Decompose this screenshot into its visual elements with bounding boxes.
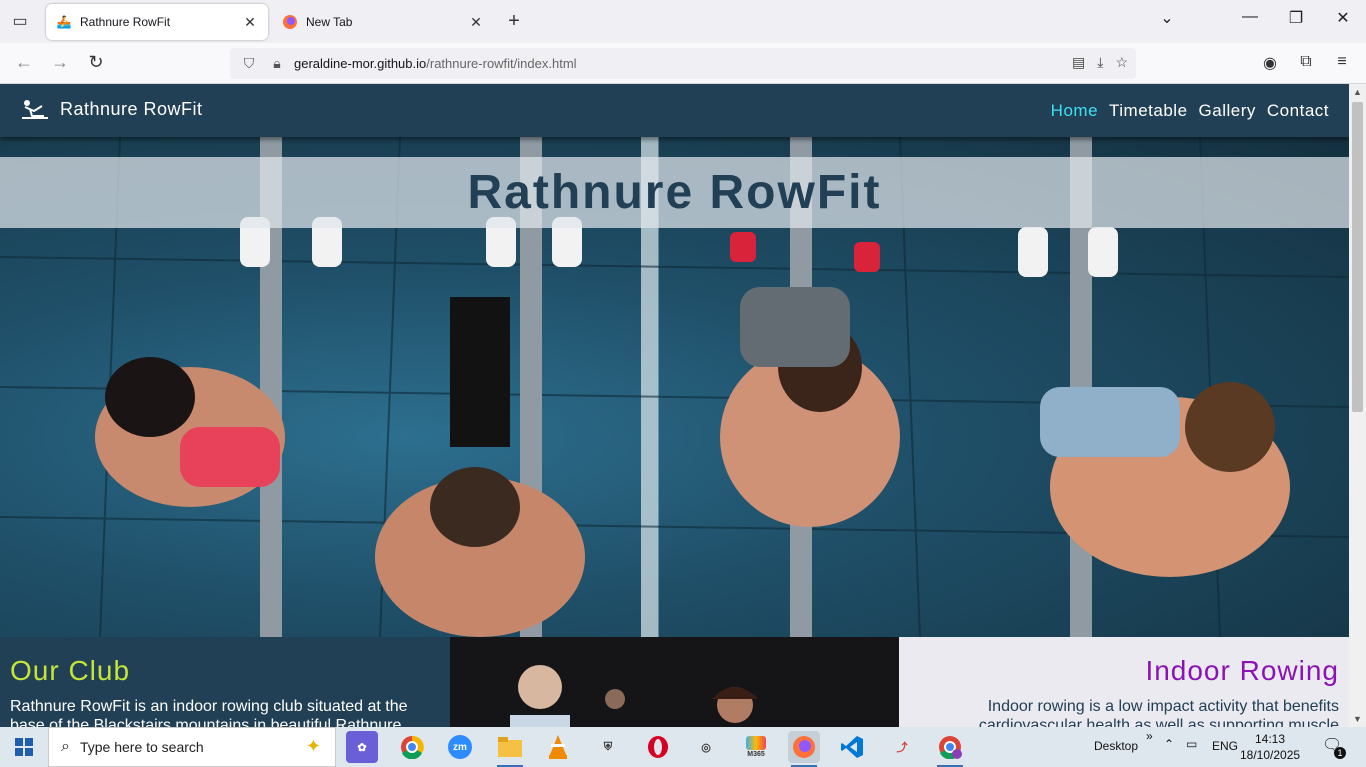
firefox-favicon-icon: [282, 14, 298, 30]
scrollbar-thumb[interactable]: [1352, 102, 1363, 412]
our-club-heading: Our Club: [10, 655, 131, 686]
desktop-toolbar-label[interactable]: Desktop: [1094, 739, 1138, 753]
copilot-app-icon[interactable]: ✿: [346, 731, 378, 763]
page-scrollbar[interactable]: ▲ ▼: [1349, 84, 1366, 727]
save-to-pocket-icon[interactable]: ⤓: [1097, 54, 1103, 71]
chrome-app-icon[interactable]: [396, 731, 428, 763]
copilot-sparkle-icon: ✦: [305, 736, 321, 756]
zoom-label: zm: [448, 735, 472, 759]
opera-app-icon[interactable]: [642, 731, 674, 763]
chrome-profile-app-icon[interactable]: [934, 731, 966, 763]
chevron-down-icon[interactable]: ⌄: [1152, 8, 1182, 28]
forward-arrow-icon[interactable]: →: [48, 51, 72, 75]
new-tab-button[interactable]: +: [502, 10, 526, 34]
system-clock[interactable]: 14:13 18/10/2025: [1240, 731, 1300, 763]
windows-start-icon[interactable]: [0, 727, 48, 767]
m365-logo-icon: [746, 735, 766, 750]
logo-text: Rathnure RowFit: [60, 98, 203, 119]
bookmark-star-icon[interactable]: ☆: [1115, 54, 1128, 71]
account-icon[interactable]: ◉: [1258, 53, 1282, 73]
tab-title: Rathnure RowFit: [80, 15, 171, 29]
tab-title: New Tab: [306, 15, 353, 29]
indoor-rowing-heading: Indoor Rowing: [1145, 655, 1339, 686]
url-path: /rathnure-rowfit/index.html: [426, 56, 577, 71]
nav-link-contact[interactable]: Contact: [1267, 101, 1329, 121]
tab-list-icon[interactable]: ▭: [8, 10, 32, 32]
restore-button[interactable]: ❐: [1281, 8, 1311, 28]
clock-date: 18/10/2025: [1240, 748, 1301, 762]
our-club-section: Our Club Rathnure RowFit is an indoor ro…: [0, 637, 450, 727]
scroll-down-icon[interactable]: ▼: [1349, 711, 1366, 727]
back-arrow-icon[interactable]: ←: [12, 51, 36, 75]
extensions-icon[interactable]: ⧉: [1294, 53, 1318, 71]
file-explorer-icon[interactable]: [494, 731, 526, 763]
lock-icon[interactable]: 🔒︎: [266, 55, 288, 72]
site-logo[interactable]: Rathnure RowFit: [20, 98, 203, 120]
tab-new-tab[interactable]: New Tab ✕: [272, 4, 494, 40]
our-club-text: Rathnure RowFit is an indoor rowing club…: [10, 698, 408, 727]
circular-app-icon[interactable]: ◎: [690, 731, 722, 763]
nav-link-gallery[interactable]: Gallery: [1199, 101, 1256, 121]
indoor-rowing-text: Indoor rowing is a low impact activity t…: [978, 698, 1339, 727]
m365-label: M365: [747, 750, 765, 758]
nav-link-timetable[interactable]: Timetable: [1109, 101, 1188, 121]
page-viewport: Rathnure RowFit Home Timetable Gallery C…: [0, 84, 1349, 727]
rower-logo-icon: [22, 100, 48, 119]
security-shield-icon[interactable]: ⛨: [592, 731, 624, 763]
scroll-up-icon[interactable]: ▲: [1349, 84, 1366, 100]
hero-title: Rathnure RowFit: [467, 166, 882, 219]
vscode-app-icon[interactable]: [836, 731, 868, 763]
club-photo: [450, 637, 899, 727]
firefox-app-icon[interactable]: [788, 731, 820, 763]
reload-icon[interactable]: ↻: [84, 51, 108, 75]
indoor-rowing-section: Indoor Rowing Indoor rowing is a low imp…: [899, 637, 1349, 727]
hero-section: Rathnure RowFit: [0, 137, 1349, 637]
taskbar-search-box[interactable]: ⌕ Type here to search ✦: [48, 727, 336, 767]
close-window-button[interactable]: ✕: [1328, 8, 1358, 28]
browser-tab-bar: ▭ 🚣 Rathnure RowFit ✕ New Tab ✕ + ⌄ — ❐ …: [0, 0, 1366, 43]
nav-link-home[interactable]: Home: [1051, 101, 1098, 121]
tab-rathnure-rowfit[interactable]: 🚣 Rathnure RowFit ✕: [46, 4, 268, 40]
clock-time: 14:13: [1254, 732, 1286, 746]
windows-taskbar: ⌕ Type here to search ✦ ✿ zm ⛨ ◎ M365 ⤴ …: [0, 727, 1366, 767]
chevron-double-right-icon[interactable]: »: [1146, 729, 1153, 743]
notification-count-badge: 1: [1334, 747, 1346, 759]
network-battery-icon[interactable]: ▭: [1186, 737, 1197, 751]
hero-title-band: Rathnure RowFit: [0, 157, 1349, 228]
shield-icon[interactable]: ⛉: [238, 55, 260, 72]
close-tab-icon[interactable]: ✕: [242, 14, 258, 31]
search-placeholder: Type here to search: [79, 739, 204, 755]
site-nav: Home Timetable Gallery Contact: [1051, 101, 1329, 121]
vlc-app-icon[interactable]: [542, 731, 574, 763]
minimize-button[interactable]: —: [1235, 8, 1265, 26]
show-hidden-icons-icon[interactable]: ⌃: [1164, 737, 1174, 751]
zoom-app-icon[interactable]: zm: [444, 731, 476, 763]
input-language[interactable]: ENG: [1212, 739, 1238, 753]
m365-app-icon[interactable]: M365: [740, 731, 772, 763]
url-bar[interactable]: ⛉ 🔒︎ geraldine-mor.github.io/rathnure-ro…: [230, 48, 1136, 79]
close-tab-icon[interactable]: ✕: [468, 14, 484, 31]
search-icon: ⌕: [61, 738, 70, 755]
rower-favicon-icon: 🚣: [56, 15, 72, 29]
stocks-app-icon[interactable]: ⤴: [886, 731, 918, 763]
reader-view-icon[interactable]: ▤: [1072, 54, 1085, 71]
url-domain: geraldine-mor.github.io: [294, 56, 427, 71]
site-header: Rathnure RowFit Home Timetable Gallery C…: [0, 84, 1349, 137]
browser-nav-bar: ← → ↻ ⛉ 🔒︎ geraldine-mor.github.io/rathn…: [0, 43, 1366, 84]
menu-hamburger-icon[interactable]: ≡: [1330, 53, 1354, 71]
